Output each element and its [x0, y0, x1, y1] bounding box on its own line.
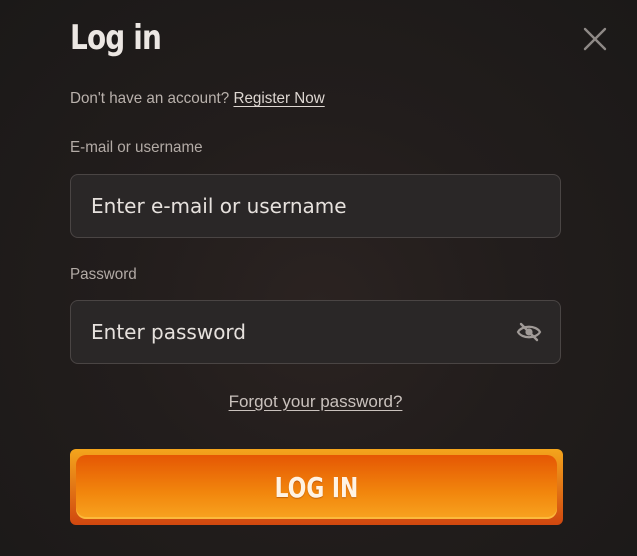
page-title: Log in	[70, 18, 162, 58]
close-button[interactable]	[582, 26, 608, 52]
password-visibility-toggle[interactable]	[516, 321, 542, 343]
eye-slash-icon	[516, 322, 542, 342]
email-field[interactable]	[91, 175, 491, 237]
register-prompt-text: Don't have an account?	[70, 90, 230, 107]
login-button-label: LOG IN	[274, 471, 359, 504]
password-field-label: Password	[70, 266, 137, 283]
close-icon	[583, 27, 607, 51]
password-field-box[interactable]	[70, 300, 561, 364]
login-button[interactable]: LOG IN	[70, 449, 563, 525]
register-prompt: Don't have an account? Register Now	[70, 90, 325, 108]
email-field-label: E-mail or username	[70, 139, 203, 156]
register-now-link[interactable]: Register Now	[233, 90, 324, 107]
password-field[interactable]	[91, 301, 491, 363]
email-field-box[interactable]	[70, 174, 561, 238]
forgot-password-link[interactable]: Forgot your password?	[0, 392, 631, 412]
login-modal: Log in Don't have an account? Register N…	[0, 0, 637, 556]
